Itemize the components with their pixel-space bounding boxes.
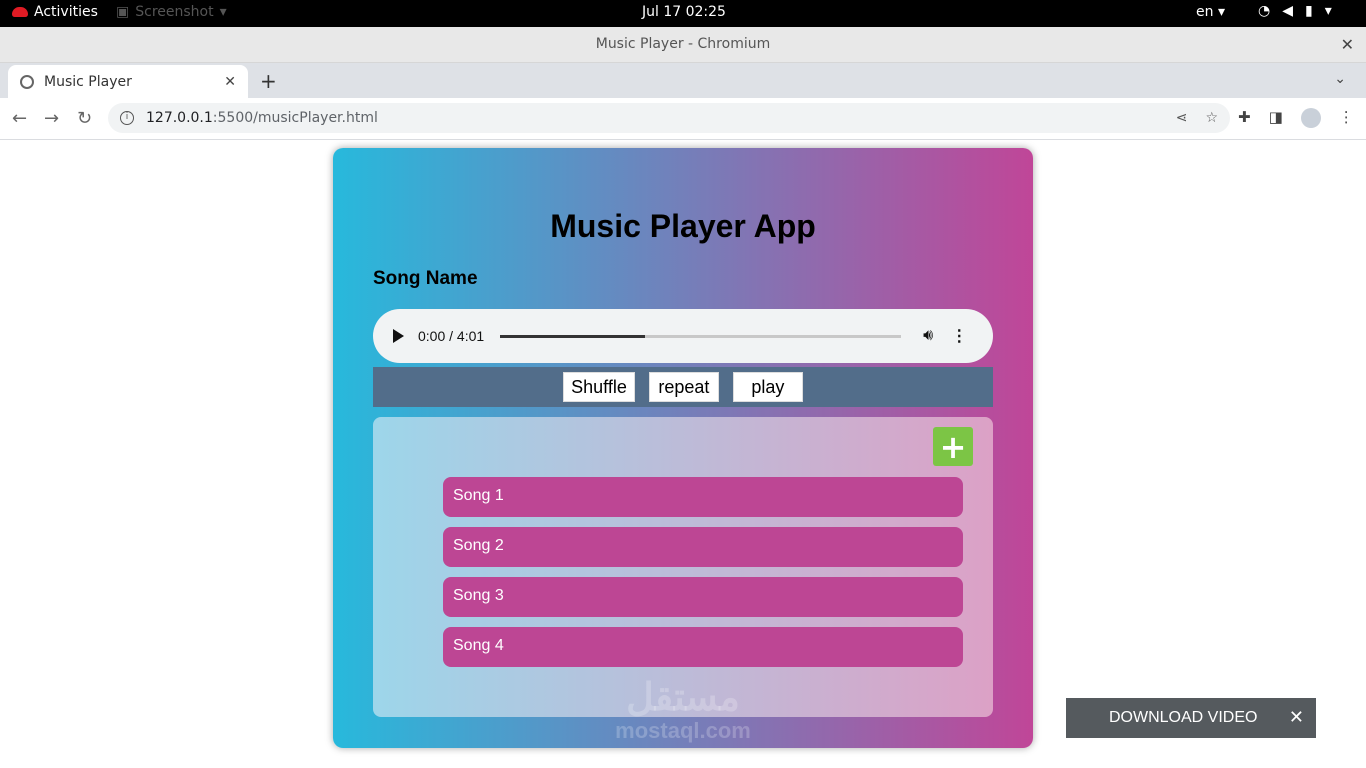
- profile-avatar-icon[interactable]: [1300, 108, 1321, 128]
- window-close-icon[interactable]: ✕: [1341, 35, 1354, 54]
- globe-icon: [20, 74, 34, 89]
- url-path: :5500/musicPlayer.html: [212, 110, 378, 126]
- tab-close-icon[interactable]: ✕: [224, 74, 236, 90]
- page-title: Music Player App: [550, 208, 816, 244]
- song-item[interactable]: Song 1: [443, 477, 963, 517]
- download-video-bar[interactable]: DOWNLOAD VIDEO ✕: [1066, 698, 1316, 738]
- watermark-latin: mostaql.com: [615, 718, 751, 743]
- song-item[interactable]: Song 4: [443, 627, 963, 667]
- download-video-label: DOWNLOAD VIDEO: [1109, 709, 1258, 726]
- song-item[interactable]: Song 3: [443, 577, 963, 617]
- watermark-logo: مستقل mostaql.com: [600, 678, 766, 744]
- reload-icon[interactable]: ↻: [77, 108, 92, 129]
- activities-label: Activities: [34, 4, 98, 20]
- system-status-area[interactable]: ◔ ◀ ▮ ▾: [1258, 3, 1332, 19]
- browser-toolbar: ← → ↻ i 127.0.0.1:5500/musicPlayer.html …: [0, 98, 1366, 140]
- audio-player[interactable]: 0:00 / 4:01 🔊︎ ⋮: [373, 309, 993, 363]
- clock[interactable]: Jul 17 02:25: [642, 4, 726, 20]
- audio-progress-fill: [500, 334, 645, 338]
- controls-bar: Shuffle repeat play: [373, 367, 993, 407]
- camera-icon: ▣: [116, 4, 130, 20]
- app-menu[interactable]: ▣ Screenshot ▾: [116, 4, 227, 20]
- address-bar[interactable]: i 127.0.0.1:5500/musicPlayer.html ⋖ ☆: [108, 103, 1230, 133]
- system-top-bar: Activities ▣ Screenshot ▾ Jul 17 02:25 e…: [0, 0, 1366, 27]
- song-name: Song Name: [373, 268, 478, 289]
- shuffle-button[interactable]: Shuffle: [563, 372, 635, 402]
- menu-dots-icon[interactable]: ⋮: [1339, 108, 1354, 128]
- chevron-down-icon: ▾: [1324, 3, 1332, 19]
- chevron-down-icon: ▾: [1217, 4, 1225, 20]
- info-icon[interactable]: i: [120, 111, 134, 125]
- new-tab-button[interactable]: +: [260, 69, 277, 93]
- battery-icon: ▮: [1305, 3, 1313, 19]
- extensions-icon[interactable]: ✚: [1238, 108, 1251, 128]
- play-button[interactable]: play: [732, 372, 803, 402]
- page-viewport: Music Player App Song Name 0:00 / 4:01 🔊…: [0, 140, 1366, 768]
- redhat-icon: [12, 7, 28, 17]
- forward-arrow-icon[interactable]: →: [44, 108, 59, 129]
- tab-search-chevron-icon[interactable]: ⌄: [1334, 71, 1346, 87]
- audio-seek-slider[interactable]: [500, 334, 902, 338]
- song-item[interactable]: Song 2: [443, 527, 963, 567]
- tab-title: Music Player: [44, 73, 132, 90]
- play-icon[interactable]: [393, 329, 404, 343]
- chevron-down-icon: ▾: [219, 4, 227, 20]
- music-player-card: Music Player App Song Name 0:00 / 4:01 🔊…: [333, 148, 1033, 748]
- star-icon[interactable]: ☆: [1205, 110, 1218, 126]
- close-icon[interactable]: ✕: [1289, 707, 1304, 728]
- audio-time: 0:00 / 4:01: [418, 328, 485, 344]
- back-arrow-icon[interactable]: ←: [12, 108, 27, 129]
- more-options-icon[interactable]: ⋮: [951, 326, 967, 346]
- volume-icon: ◀: [1282, 3, 1293, 19]
- language-label: en: [1196, 4, 1214, 20]
- watermark-arabic: مستقل: [626, 677, 740, 719]
- repeat-button[interactable]: repeat: [648, 372, 719, 402]
- url-host: 127.0.0.1: [146, 110, 213, 126]
- wifi-icon: ◔: [1258, 3, 1271, 19]
- tab-strip: Music Player ✕ + ⌄: [0, 63, 1366, 98]
- window-title: Music Player - Chromium: [595, 36, 771, 52]
- language-indicator[interactable]: en ▾: [1196, 4, 1225, 20]
- tab-music-player[interactable]: Music Player ✕: [8, 65, 248, 98]
- activities-button[interactable]: Activities: [12, 4, 98, 20]
- side-panel-icon[interactable]: ◨: [1269, 108, 1283, 128]
- share-icon[interactable]: ⋖: [1176, 110, 1188, 126]
- add-song-button[interactable]: +: [933, 427, 973, 466]
- app-menu-label: Screenshot: [135, 4, 214, 20]
- volume-icon[interactable]: 🔊︎: [923, 327, 933, 345]
- playlist-panel: + Song 1 Song 2 Song 3 Song 4: [373, 417, 993, 717]
- window-titlebar: Music Player - Chromium ✕: [0, 27, 1366, 63]
